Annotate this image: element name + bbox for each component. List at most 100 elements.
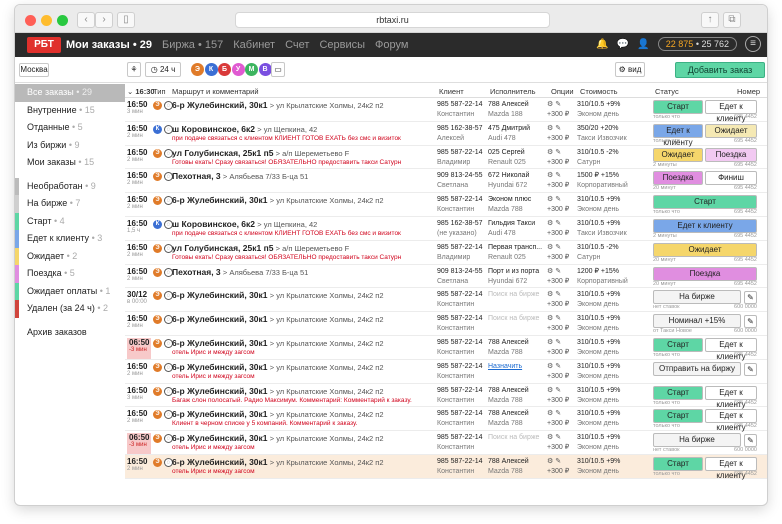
nav-item[interactable]: Форум (375, 39, 408, 51)
status-button[interactable]: Старт (653, 337, 703, 352)
next-status-button[interactable]: Едет к клиенту (705, 337, 757, 361)
table-row[interactable]: 16:50 2 мин Э ◌ 6-р Жулебинский, 30к1 > ул К… (125, 193, 767, 217)
executor-cell[interactable]: 788 Алексей Mazda 788 (488, 457, 550, 477)
status-button[interactable]: Поездка (653, 171, 703, 186)
status-button[interactable]: Старт (653, 456, 703, 471)
status-button[interactable]: Ожидает (653, 147, 703, 162)
edit-icon[interactable]: ✎ (744, 315, 757, 329)
view-button[interactable]: ⚙ вид (615, 62, 645, 77)
executor-cell[interactable]: 672 Николай Hyundai 672 (488, 171, 550, 191)
edit-icon[interactable]: ✎ (744, 291, 757, 305)
table-row[interactable]: 16:50 2 мин К ◌ ш Коровинское, 6к2 > ул Щепк… (125, 122, 767, 147)
client-cell[interactable]: 985 587-22-14 Константин (437, 195, 487, 215)
tree-icon[interactable]: ⚘ (127, 62, 141, 77)
balance-badge[interactable]: 22 875 • 25 762 (657, 37, 737, 51)
nav-item[interactable]: Биржа • 157 (162, 39, 223, 51)
client-cell[interactable]: 985 587-22-14 Константин (437, 100, 487, 120)
share-icon[interactable]: ↑ (701, 12, 719, 28)
client-cell[interactable]: 985 587-22-14 Владимир (437, 243, 487, 263)
client-cell[interactable]: 985 162-38-57 Алексей (437, 124, 487, 144)
client-cell[interactable]: 985 587-22-14 Константин (437, 386, 487, 406)
table-row[interactable]: 06:50 -3 мин Э ◌ 6-р Жулебинский, 30к1 > ул … (125, 431, 767, 455)
executor-cell[interactable]: Назначить (488, 362, 550, 372)
class-filter-Э[interactable]: Э (191, 63, 204, 76)
table-row[interactable]: 16:50 2 мин Э ◌ ул Голубинская, 25к1 п5 > а/… (125, 241, 767, 265)
next-status-button[interactable]: Едет к клиенту (705, 100, 757, 123)
close-window-button[interactable] (25, 15, 36, 26)
route-cell[interactable]: 6-р Жулебинский, 30к1 > ул Крылатские Хо… (172, 386, 434, 404)
nav-item[interactable]: Мои заказы • 29 (66, 39, 152, 51)
timer-button[interactable]: ◷ 24 ч (145, 62, 181, 77)
chat-icon[interactable]: 💬 (617, 39, 629, 50)
sidebar-item[interactable]: Все заказы • 29 (15, 84, 125, 102)
status-button[interactable]: Едет к клиенту (653, 218, 757, 233)
table-row[interactable]: 16:50 2 мин Э ◌ Пехотная, 3 > Алябьева 7/33 … (125, 169, 767, 194)
executor-cell[interactable]: Поиск на бирже (488, 433, 550, 443)
client-cell[interactable]: 985 587-22-14 Константин (437, 409, 487, 429)
sidebar-item[interactable]: Старт • 4 (15, 212, 125, 230)
table-row[interactable]: 16:50 2 мин Э ◌ 6-р Жулебинский, 30к1 > ул К… (125, 312, 767, 336)
edit-icon[interactable]: ✎ (744, 434, 757, 448)
executor-cell[interactable]: 788 Алексей Mazda 188 (488, 100, 550, 120)
route-cell[interactable]: 6-р Жулебинский, 30к1 > ул Крылатские Хо… (172, 457, 434, 475)
sidebar-item[interactable]: Удален (за 24 ч) • 2 (15, 300, 125, 318)
col-time[interactable]: ⌄ 16:30 (127, 87, 155, 96)
status-button[interactable]: Старт (653, 195, 757, 210)
table-row[interactable]: 16:50 2 мин Э ◌ ул Голубинская, 25к1 п5 > а/… (125, 146, 767, 170)
status-button[interactable]: На бирже (653, 290, 741, 305)
executor-cell[interactable]: Первая трансп... Renault 025 (488, 243, 550, 263)
tabs-icon[interactable]: ⧉ (723, 12, 741, 28)
executor-cell[interactable]: Гильдия Такси Audi 478 (488, 219, 550, 239)
class-filter-Б[interactable]: Б (218, 63, 231, 76)
next-status-button[interactable]: Едет к клиенту (705, 409, 757, 432)
status-button[interactable]: Старт (653, 409, 703, 424)
table-row[interactable]: 30/12 в 00:00 Э ◌ 6-р Жулебинский, 30к1 > ул… (125, 288, 767, 313)
client-cell[interactable]: 985 587-22-14 Константин (437, 457, 487, 477)
route-cell[interactable]: ул Голубинская, 25к1 п5 > а/п Шереметьев… (172, 148, 434, 166)
next-status-button[interactable]: Поездка (705, 147, 757, 162)
status-button[interactable]: Отправить на биржу (653, 361, 741, 376)
route-cell[interactable]: 6-р Жулебинский, 30к1 > ул Крылатские Хо… (172, 362, 434, 380)
table-row[interactable]: 16:50 2 мин Э ◌ 6-р Жулебинский, 30к1 > ул К… (125, 360, 767, 384)
sidebar-item[interactable]: Архив заказов (15, 324, 125, 342)
table-row[interactable]: 16:50 1,5 ч К ◌ ш Коровинское, 6к2 > ул Щепк… (125, 217, 767, 241)
edit-icon[interactable]: ✎ (744, 362, 757, 376)
table-row[interactable]: 16:50 2 мин Э ◌ 6-р Жулебинский, 30к1 > ул К… (125, 454, 767, 480)
route-cell[interactable]: 6-р Жулебинский, 30к1 > ул Крылатские Хо… (172, 100, 434, 110)
table-row[interactable]: 16:50 3 мин Э ◌ 6-р Жулебинский, 30к1 > ул К… (125, 384, 767, 409)
route-cell[interactable]: ш Коровинское, 6к2 > ул Щепкина, 42 при п… (172, 219, 434, 237)
nav-item[interactable]: Сервисы (319, 39, 365, 51)
sidebar-item[interactable]: Ожидает • 2 (15, 247, 125, 265)
client-cell[interactable]: 985 162-38-57 (не указано) (437, 219, 487, 239)
minimize-window-button[interactable] (41, 15, 52, 26)
nav-item[interactable]: Кабинет (233, 39, 275, 51)
forward-icon[interactable]: › (95, 12, 113, 28)
client-cell[interactable]: 909 813-24-55 Светлана (437, 171, 487, 191)
next-status-button[interactable]: Едет к клиенту (705, 385, 757, 409)
sidebar-toggle-icon[interactable]: ▯ (117, 12, 135, 28)
route-cell[interactable]: ул Голубинская, 25к1 п5 > а/п Шереметьев… (172, 243, 434, 261)
next-status-button[interactable]: Ожидает (705, 123, 757, 138)
status-button[interactable]: Едет к клиенту (653, 123, 703, 147)
maximize-window-button[interactable] (57, 15, 68, 26)
executor-cell[interactable]: 788 Алексей Mazda 788 (488, 409, 550, 429)
route-cell[interactable]: Пехотная, 3 > Алябьева 7/33 Б-ца 51 (172, 171, 434, 181)
table-row[interactable]: 06:50 -3 мин Э ◌ 6-р Жулебинский, 30к1 > ул … (125, 336, 767, 361)
sidebar-item[interactable]: На бирже • 7 (15, 195, 125, 213)
city-select[interactable]: Москва (19, 63, 49, 77)
menu-icon[interactable]: ≡ (745, 36, 761, 52)
next-status-button[interactable]: Едет к клиенту (705, 456, 757, 480)
route-cell[interactable]: 6-р Жулебинский, 30к1 > ул Крылатские Хо… (172, 314, 434, 324)
sidebar-item[interactable]: Необработан • 9 (15, 177, 125, 195)
class-filter-М[interactable]: М (245, 63, 258, 76)
cards-icon[interactable]: ▭ (271, 62, 285, 77)
class-filter-К[interactable]: К (204, 63, 218, 76)
status-button[interactable]: Старт (653, 385, 703, 400)
sidebar-item[interactable]: Поездка • 5 (15, 265, 125, 283)
client-cell[interactable]: 909 813-24-55 Светлана (437, 267, 487, 287)
route-cell[interactable]: 6-р Жулебинский, 30к1 > ул Крылатские Хо… (172, 433, 434, 451)
user-icon[interactable]: 👤 (637, 39, 649, 50)
sidebar-item[interactable]: Из биржи • 9 (15, 137, 125, 155)
next-status-button[interactable]: Финиш (705, 171, 757, 186)
client-cell[interactable]: 985 587-22-14 Константин (437, 314, 487, 334)
